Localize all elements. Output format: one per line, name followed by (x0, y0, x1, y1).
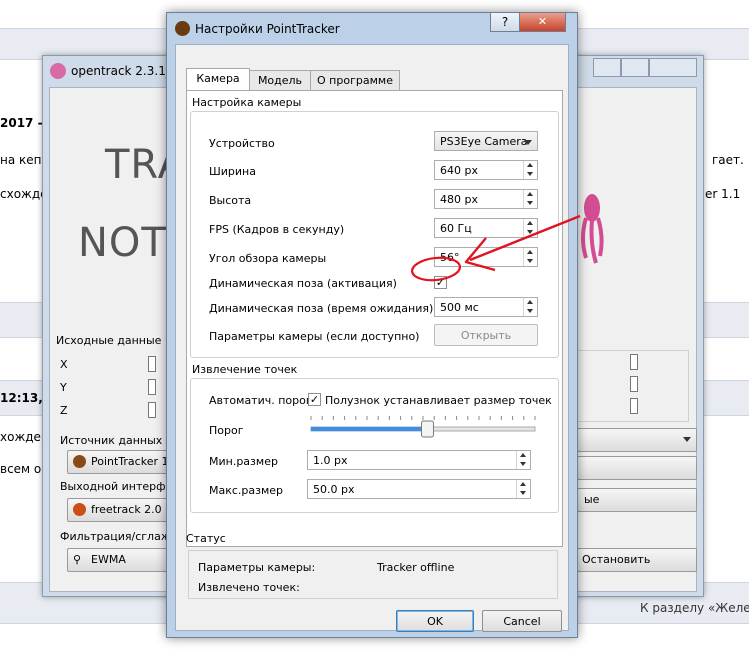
annotation-arrowhead (464, 237, 496, 272)
annotation-overlay (411, 214, 581, 282)
annotation-circle (411, 256, 461, 282)
annotation-arrow (469, 214, 581, 262)
